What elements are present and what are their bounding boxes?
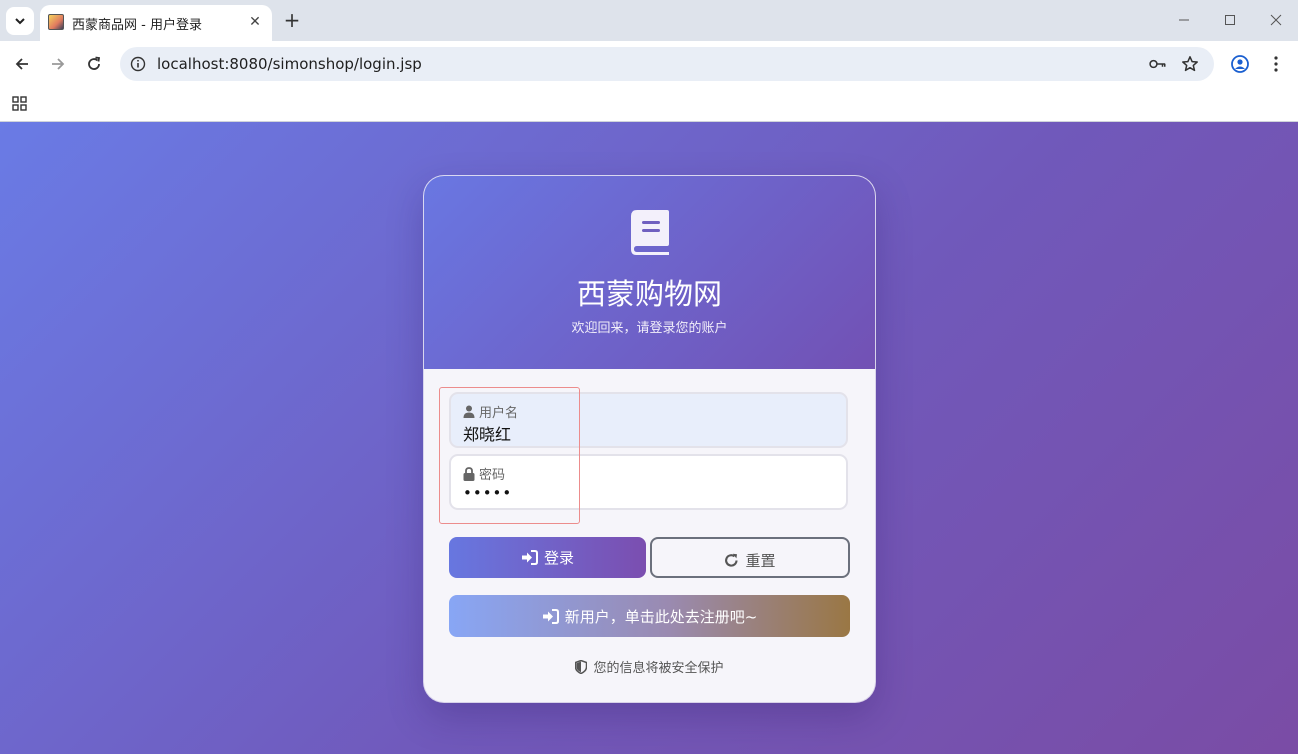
security-note: 您的信息将被安全保护 (424, 657, 875, 676)
login-button[interactable]: 登录 (449, 537, 646, 578)
reset-button-label: 重置 (745, 552, 776, 570)
browser-tab-bar: 西蒙商品网 - 用户登录 ✕ + (0, 0, 1298, 41)
browser-toolbar: localhost:8080/simonshop/login.jsp (0, 41, 1298, 87)
lock-icon (463, 466, 475, 481)
security-note-text: 您的信息将被安全保护 (593, 661, 724, 676)
site-info-icon[interactable] (130, 56, 146, 72)
tab-search-button[interactable] (6, 7, 34, 35)
minimize-icon[interactable] (1174, 10, 1194, 30)
site-title: 西蒙购物网 (576, 277, 722, 311)
chevron-down-icon (15, 18, 25, 25)
reset-button[interactable]: 重置 (650, 537, 850, 578)
register-button-label: 新用户，单击此处去注册吧~ (564, 607, 758, 626)
address-bar[interactable]: localhost:8080/simonshop/login.jsp (120, 47, 1214, 81)
username-label: 用户名 (479, 406, 519, 421)
maximize-icon[interactable] (1220, 10, 1240, 30)
tab-title: 西蒙商品网 - 用户登录 (72, 18, 202, 33)
close-window-icon[interactable] (1266, 10, 1286, 30)
register-button[interactable]: 新用户，单击此处去注册吧~ (449, 595, 850, 637)
login-button-label: 登录 (543, 549, 574, 567)
apps-grid-icon[interactable] (12, 96, 27, 111)
sign-in-icon (521, 550, 538, 565)
redo-icon (725, 553, 739, 567)
profile-icon[interactable] (1229, 53, 1251, 75)
close-tab-icon[interactable]: ✕ (246, 13, 264, 31)
reload-icon[interactable] (83, 53, 105, 75)
back-icon[interactable] (11, 53, 33, 75)
password-label-row: 密码 (463, 464, 505, 483)
menu-kebab-icon[interactable] (1265, 53, 1287, 75)
shield-icon (575, 659, 588, 674)
bookmark-star-icon[interactable] (1181, 55, 1199, 73)
bookmarks-bar (0, 87, 1298, 122)
welcome-subtitle: 欢迎回来，请登录您的账户 (571, 321, 728, 336)
password-input[interactable]: ••••• (463, 484, 512, 502)
password-key-icon[interactable] (1149, 55, 1167, 73)
password-label: 密码 (479, 468, 506, 483)
favicon-icon (48, 14, 64, 30)
browser-tab[interactable]: 西蒙商品网 - 用户登录 ✕ (40, 5, 272, 41)
username-field[interactable]: 用户名 郑晓红 (449, 392, 848, 448)
book-icon (631, 210, 669, 255)
new-tab-icon[interactable]: + (282, 8, 302, 32)
sign-in-icon (542, 608, 559, 624)
login-card: 西蒙购物网 欢迎回来，请登录您的账户 用户名 郑晓红 密码 ••••• 登录 重… (424, 176, 875, 702)
url-text[interactable]: localhost:8080/simonshop/login.jsp (157, 55, 422, 73)
page-background: 西蒙购物网 欢迎回来，请登录您的账户 用户名 郑晓红 密码 ••••• 登录 重… (0, 122, 1298, 754)
forward-icon[interactable] (47, 53, 69, 75)
username-input[interactable]: 郑晓红 (463, 421, 511, 445)
password-field[interactable]: 密码 ••••• (449, 454, 848, 510)
username-label-row: 用户名 (463, 402, 518, 421)
login-card-header: 西蒙购物网 欢迎回来，请登录您的账户 (424, 176, 875, 369)
user-icon (463, 405, 475, 418)
